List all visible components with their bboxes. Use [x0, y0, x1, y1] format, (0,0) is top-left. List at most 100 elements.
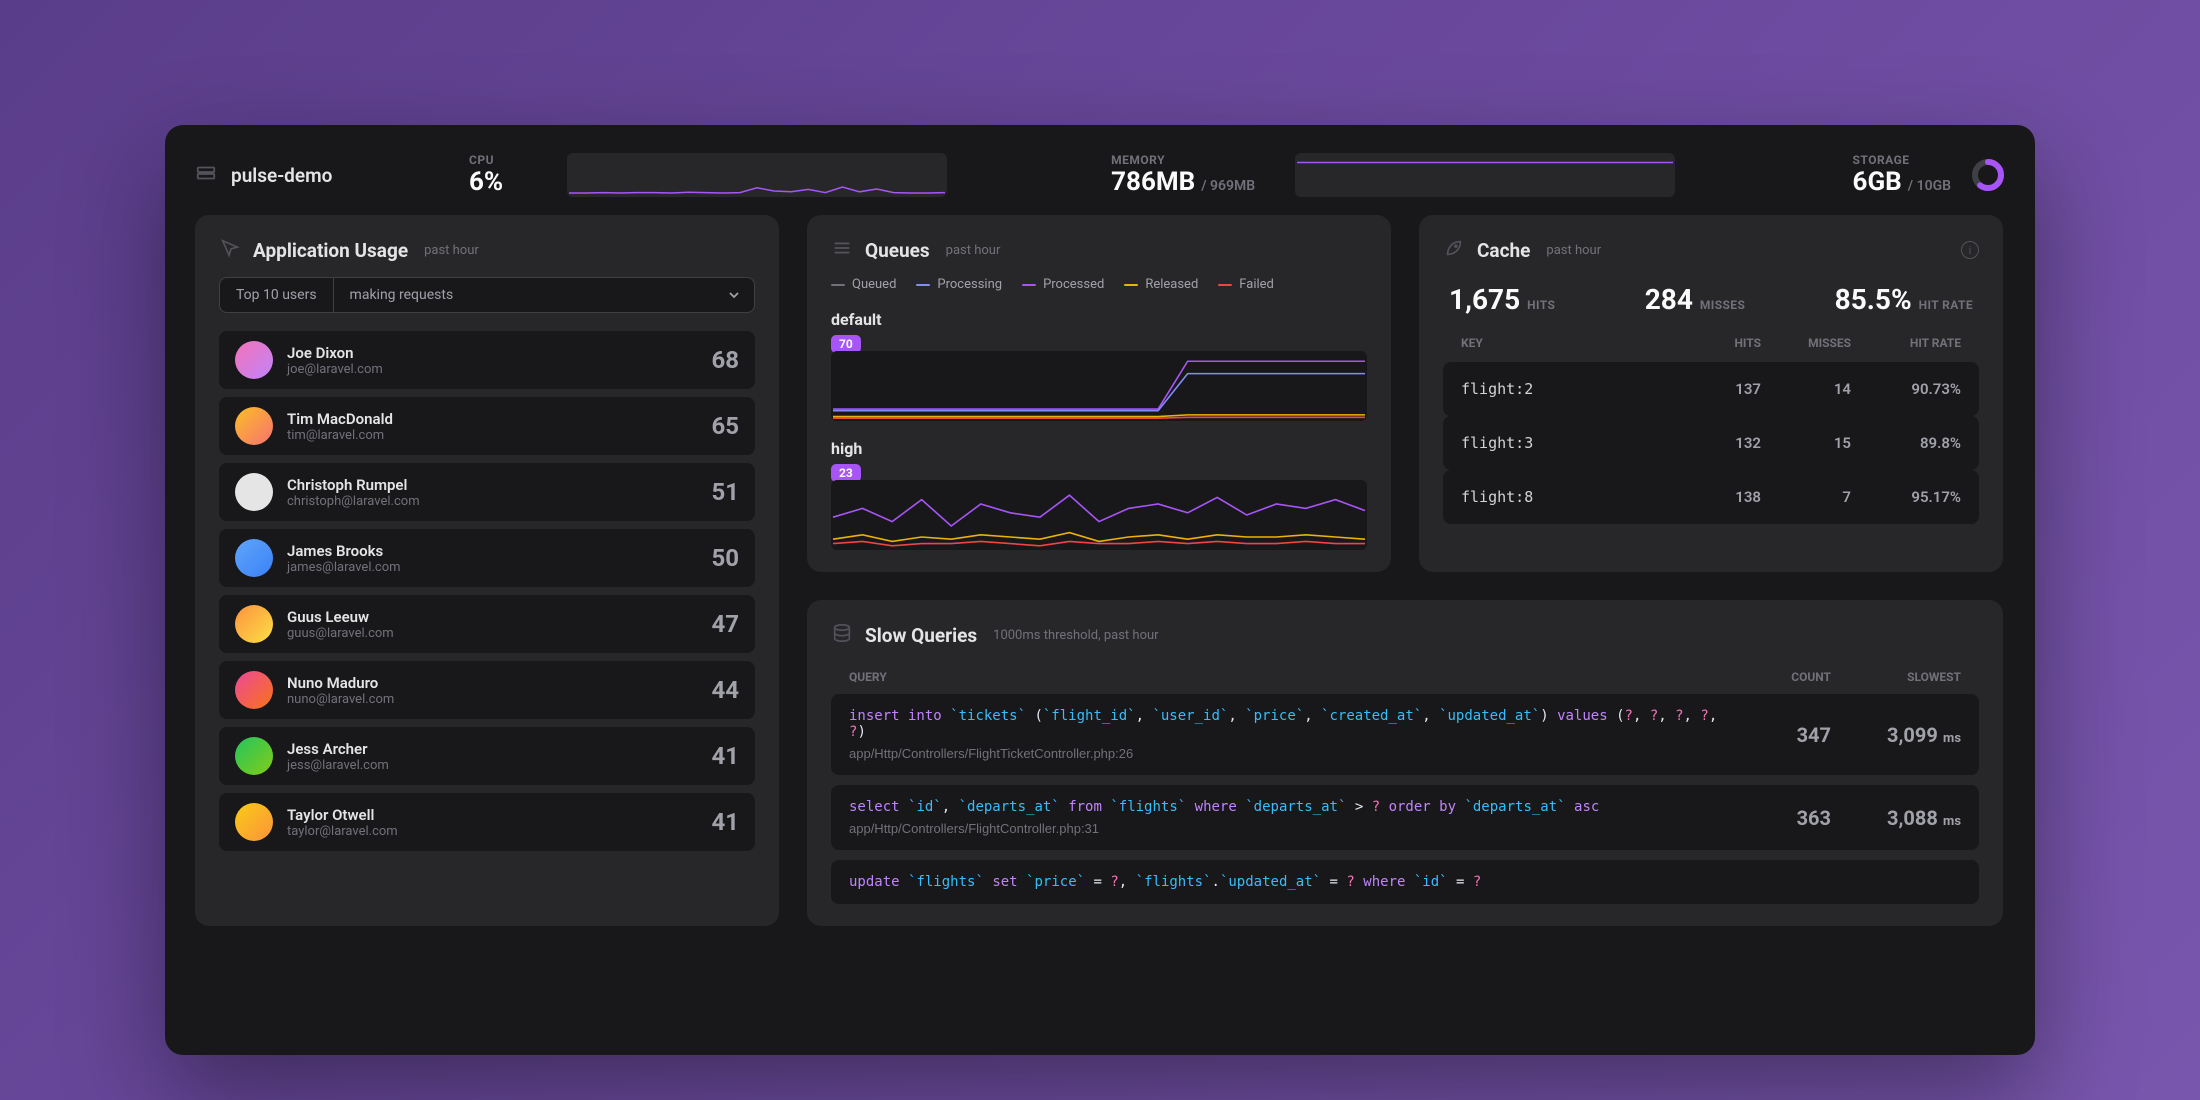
user-count: 51	[711, 478, 739, 506]
storage-total: / 10GB	[1908, 178, 1951, 194]
user-name: James Brooks	[287, 542, 401, 560]
queue-name: default	[831, 310, 1367, 329]
user-count: 47	[711, 610, 739, 638]
query-location: app/Http/Controllers/FlightTicketControl…	[849, 746, 1721, 761]
user-email: james@laravel.com	[287, 560, 401, 575]
user-name: Nuno Maduro	[287, 674, 394, 692]
memory-total: / 969MB	[1201, 178, 1255, 194]
rocket-icon	[1443, 237, 1465, 263]
legend-item: Failed	[1218, 277, 1274, 292]
user-row[interactable]: Taylor Otwelltaylor@laravel.com 41	[219, 793, 755, 851]
avatar	[235, 803, 273, 841]
slow-title: Slow Queries	[865, 624, 977, 647]
legend-item: Released	[1124, 277, 1198, 292]
card-slow-queries: Slow Queries 1000ms threshold, past hour…	[807, 600, 2003, 926]
usage-tab-right: making requests	[334, 278, 470, 312]
avatar	[235, 341, 273, 379]
memory-sparkline	[1295, 153, 1675, 197]
user-email: nuno@laravel.com	[287, 692, 394, 707]
user-name: Tim MacDonald	[287, 410, 393, 428]
query-text: select `id`, `departs_at` from `flights`…	[849, 799, 1721, 815]
card-cache: Cache past hour i 1,675HITS 284MISSES 85…	[1419, 215, 2003, 572]
cache-rate: 85.5%	[1835, 283, 1912, 316]
user-row[interactable]: Jess Archerjess@laravel.com 41	[219, 727, 755, 785]
usage-tab-left: Top 10 users	[220, 278, 334, 312]
cpu-sparkline	[567, 153, 947, 197]
usage-sub: past hour	[424, 243, 479, 258]
user-row[interactable]: Tim MacDonaldtim@laravel.com 65	[219, 397, 755, 455]
slow-query-list: insert into `tickets` (`flight_id`, `use…	[831, 694, 1979, 904]
cache-row[interactable]: flight:21371490.73%	[1443, 362, 1979, 416]
server-icon	[195, 162, 217, 188]
legend-item: Processing	[916, 277, 1002, 292]
topbar: pulse-demo CPU 6% MEMORY 786MB / 969MB S…	[195, 147, 2005, 215]
hostname: pulse-demo	[231, 164, 332, 187]
storage-value: 6GB	[1853, 167, 1902, 197]
user-count: 50	[711, 544, 739, 572]
cache-table: KEY HITS MISSES HIT RATE flight:21371490…	[1443, 332, 1979, 524]
cache-row[interactable]: flight:8138795.17%	[1443, 470, 1979, 524]
user-name: Jess Archer	[287, 740, 389, 758]
queue-name: high	[831, 439, 1367, 458]
slow-query-row[interactable]: select `id`, `departs_at` from `flights`…	[831, 785, 1979, 850]
chevron-down-icon	[714, 278, 754, 312]
query-slowest: 3,099 ms	[1831, 723, 1961, 747]
cache-sub: past hour	[1546, 243, 1601, 258]
avatar	[235, 473, 273, 511]
cache-row[interactable]: flight:31321589.8%	[1443, 416, 1979, 470]
cache-key: flight:3	[1461, 434, 1671, 452]
avatar	[235, 539, 273, 577]
legend-item: Processed	[1022, 277, 1104, 292]
usage-dropdown[interactable]: Top 10 users making requests	[219, 277, 755, 313]
slow-query-row[interactable]: update `flights` set `price` = ?, `fligh…	[831, 860, 1979, 904]
queue-chart	[831, 480, 1367, 550]
slow-query-row[interactable]: insert into `tickets` (`flight_id`, `use…	[831, 694, 1979, 775]
cards-row: Application Usage past hour Top 10 users…	[195, 215, 2005, 926]
user-email: joe@laravel.com	[287, 362, 383, 377]
user-name: Taylor Otwell	[287, 806, 398, 824]
usage-user-list: Joe Dixonjoe@laravel.com68Tim MacDonaldt…	[219, 331, 755, 851]
user-email: jess@laravel.com	[287, 758, 389, 773]
cache-key: flight:2	[1461, 380, 1671, 398]
query-text: update `flights` set `price` = ?, `fligh…	[849, 874, 1721, 890]
database-icon	[831, 622, 853, 648]
user-row[interactable]: Christoph Rumpelchristoph@laravel.com51	[219, 463, 755, 521]
user-row[interactable]: Joe Dixonjoe@laravel.com68	[219, 331, 755, 389]
user-email: taylor@laravel.com	[287, 824, 398, 839]
avatar	[235, 407, 273, 445]
cache-summary: 1,675HITS 284MISSES 85.5%HIT RATE	[1449, 283, 1973, 316]
query-count: 347	[1721, 723, 1831, 747]
cache-hits: 1,675	[1449, 283, 1520, 316]
query-count: 363	[1721, 806, 1831, 830]
queue-legend: Queued Processing Processed Released Failed	[831, 277, 1367, 292]
query-location: app/Http/Controllers/FlightController.ph…	[849, 821, 1721, 836]
user-email: guus@laravel.com	[287, 626, 394, 641]
memory-value: 786MB	[1111, 167, 1195, 197]
queue-icon	[831, 237, 853, 263]
user-row[interactable]: Nuno Maduronuno@laravel.com 44	[219, 661, 755, 719]
query-text: insert into `tickets` (`flight_id`, `use…	[849, 708, 1721, 740]
card-usage: Application Usage past hour Top 10 users…	[195, 215, 779, 926]
user-count: 41	[711, 808, 739, 836]
user-count: 65	[711, 412, 739, 440]
legend-item: Queued	[831, 277, 896, 292]
usage-title: Application Usage	[253, 239, 408, 262]
memory-metric: MEMORY 786MB / 969MB	[1111, 153, 1255, 197]
user-name: Guus Leeuw	[287, 608, 394, 626]
info-icon[interactable]: i	[1961, 241, 1979, 259]
card-queues: Queues past hour QueuedProcessingProcess…	[807, 215, 1391, 572]
cursor-icon	[219, 237, 241, 263]
cpu-value: 6%	[469, 167, 503, 197]
user-count: 41	[711, 742, 739, 770]
avatar	[235, 737, 273, 775]
user-name: Christoph Rumpel	[287, 476, 420, 494]
storage-donut	[1971, 158, 2005, 192]
avatar	[235, 671, 273, 709]
user-row[interactable]: James Brooksjames@laravel.com 50	[219, 529, 755, 587]
user-email: tim@laravel.com	[287, 428, 393, 443]
user-name: Joe Dixon	[287, 344, 383, 362]
cpu-metric: CPU 6%	[469, 153, 503, 197]
user-count: 44	[711, 676, 739, 704]
user-row[interactable]: Guus Leeuwguus@laravel.com 47	[219, 595, 755, 653]
host-block: pulse-demo	[195, 162, 425, 188]
